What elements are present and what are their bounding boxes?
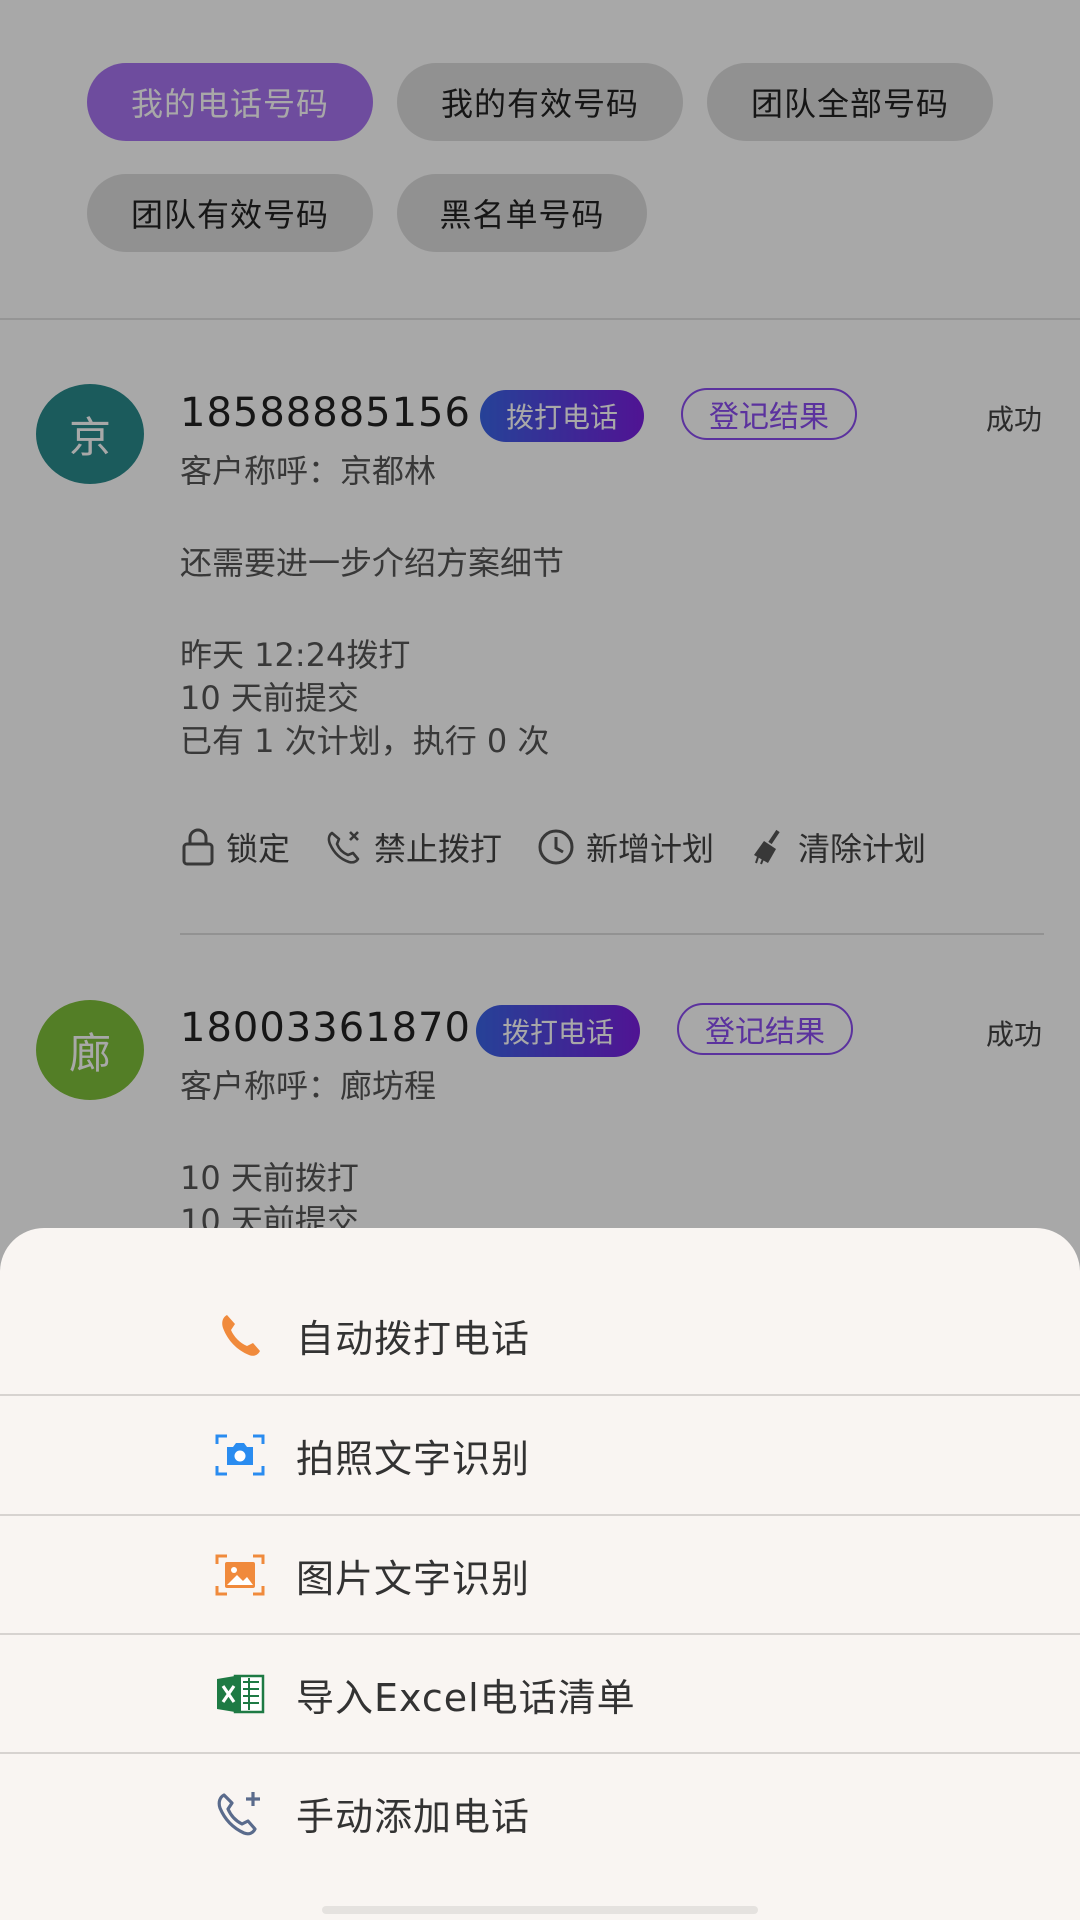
sheet-item-image-ocr[interactable]: 图片文字识别 [0, 1516, 1080, 1634]
sheet-item-import-excel[interactable]: 导入Excel电话清单 [0, 1635, 1080, 1753]
sheet-item-label: 拍照文字识别 [296, 1436, 531, 1481]
home-indicator [322, 1906, 758, 1914]
sheet-item-label: 图片文字识别 [296, 1556, 531, 1601]
bottom-sheet: 自动拨打电话 拍照文字识别 图片文字识别 导入Excel电话清单 手动添加电话 [0, 1228, 1080, 1920]
phone-add-icon [212, 1785, 268, 1841]
sheet-item-label: 自动拨打电话 [296, 1316, 531, 1361]
phone-icon [212, 1307, 268, 1363]
image-scan-icon [212, 1547, 268, 1603]
sheet-item-label: 手动添加电话 [296, 1794, 531, 1839]
sheet-item-manual-add[interactable]: 手动添加电话 [0, 1754, 1080, 1872]
camera-scan-icon [212, 1427, 268, 1483]
sheet-item-label: 导入Excel电话清单 [296, 1675, 636, 1720]
excel-icon [212, 1666, 268, 1722]
sheet-item-photo-ocr[interactable]: 拍照文字识别 [0, 1396, 1080, 1514]
sheet-item-auto-dial[interactable]: 自动拨打电话 [0, 1276, 1080, 1394]
